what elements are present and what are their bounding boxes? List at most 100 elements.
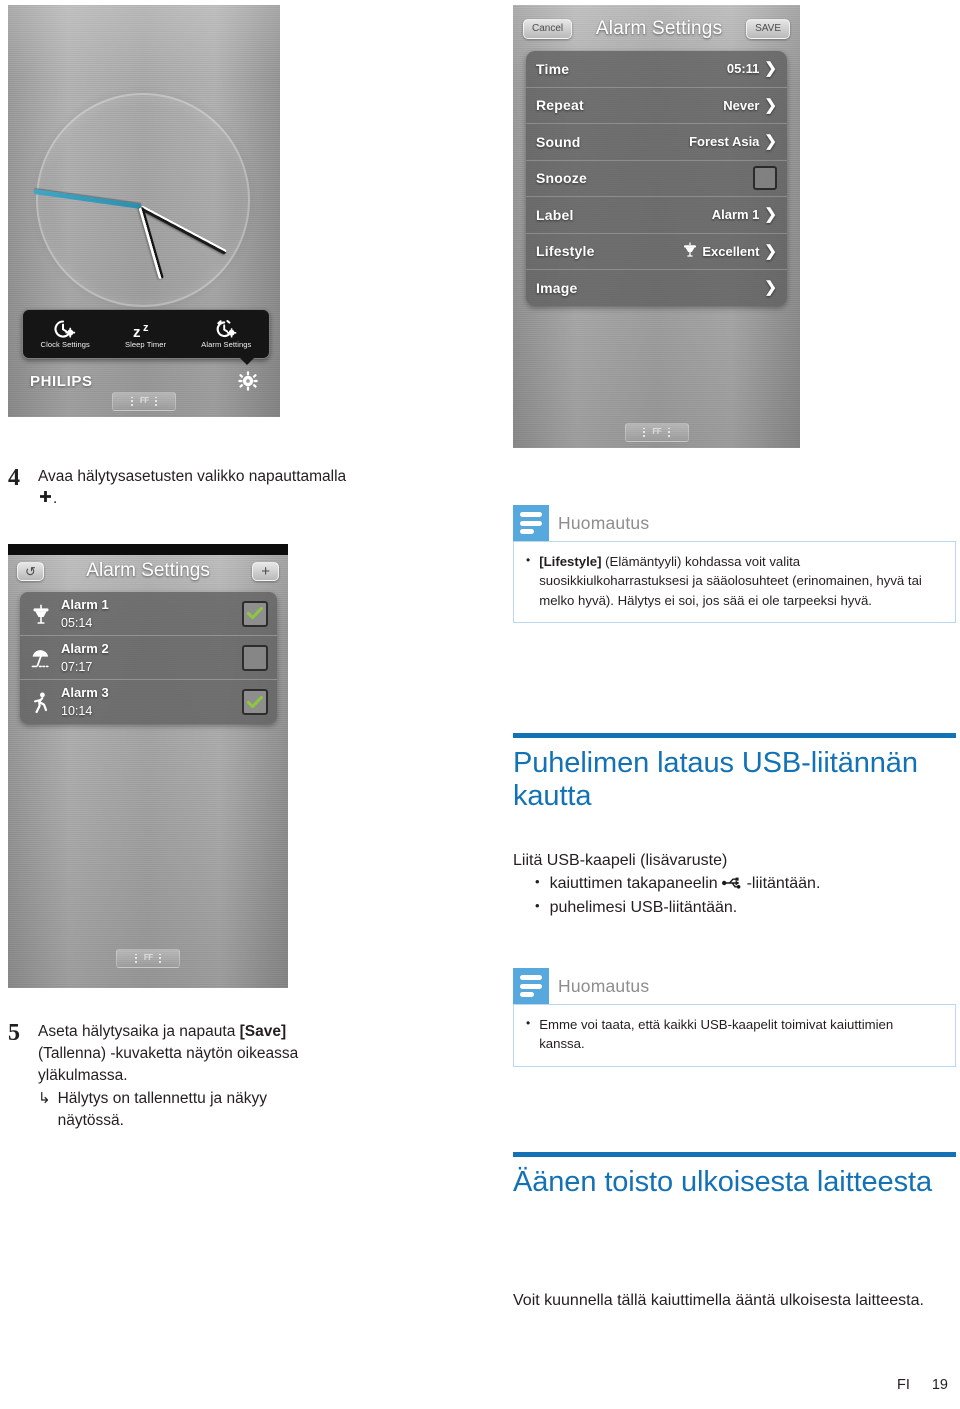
cancel-button[interactable]: Cancel — [523, 19, 573, 39]
list-item-text: Alarm 2 07:17 — [61, 640, 234, 676]
gear-icon[interactable] — [238, 371, 258, 396]
clock-dial — [36, 93, 250, 307]
section-body-external-audio: Voit kuunnella tällä kaiuttimella ääntä … — [513, 1290, 956, 1313]
note-icon-bar — [520, 992, 534, 997]
step-text-line1-a: Aseta hälytysaika ja napauta — [38, 1023, 240, 1040]
setting-value-wrap: Never ❯ — [723, 98, 777, 113]
setting-row-repeat[interactable]: Repeat Never ❯ — [526, 88, 787, 124]
back-button[interactable]: ↺ — [17, 561, 44, 581]
setting-row-time[interactable]: Time 05:11 ❯ — [526, 51, 787, 88]
setting-row-sound[interactable]: Sound Forest Asia ❯ — [526, 124, 787, 161]
chevron-right-icon: ❯ — [764, 96, 777, 114]
bullet-text-before: kaiuttimen takapaneelin — [549, 874, 723, 892]
setting-row-image[interactable]: Image ❯ — [526, 270, 787, 306]
strip-grip-right — [159, 954, 162, 963]
note-icon-bar — [520, 520, 542, 526]
strip-grip-right — [667, 428, 670, 437]
figure-alarm-settings-detail: Cancel Alarm Settings SAVE Time 05:11 ❯ … — [513, 5, 800, 448]
alarm-enable-checkbox[interactable] — [242, 644, 268, 671]
save-button[interactable]: SAVE — [746, 19, 790, 39]
usb-icon — [722, 875, 742, 898]
step-4: 4 Avaa hälytysasetusten valikko napautta… — [8, 466, 458, 512]
svg-text:z: z — [133, 324, 141, 339]
chevron-right-icon: ❯ — [764, 279, 777, 297]
manual-page: Clock Settings z z Sleep Timer Alarm Set… — [0, 0, 960, 1409]
clock-toolbar: Clock Settings z z Sleep Timer Alarm Set… — [22, 309, 270, 365]
setting-label: Time — [536, 60, 570, 77]
note-header: Huomautus — [513, 968, 956, 1004]
setting-label: Sound — [536, 133, 581, 150]
strip-grip-left — [643, 428, 646, 437]
check-icon — [247, 695, 263, 708]
setting-value: Forest Asia — [689, 134, 760, 150]
grill-icon — [683, 242, 697, 260]
list-item[interactable]: Alarm 2 07:17 — [20, 636, 277, 680]
alarm-gear-icon — [215, 319, 238, 339]
setting-value: Excellent — [702, 243, 760, 259]
alarm-time: 05:14 — [61, 615, 93, 630]
list-item[interactable]: Alarm 3 10:14 — [20, 680, 277, 724]
strip-label: FF — [143, 953, 154, 963]
note-icon-bar — [520, 975, 542, 980]
step-substep: ↳ Hälytys on tallennettu ja näkyy näytös… — [38, 1088, 310, 1132]
alarm-enable-checkbox[interactable] — [242, 689, 268, 715]
chevron-right-icon: ❯ — [764, 133, 777, 151]
alarm-enable-checkbox[interactable] — [242, 600, 268, 627]
device-button-strip[interactable]: FF — [116, 949, 180, 968]
philips-logo: PHILIPS — [30, 373, 93, 390]
setting-value-wrap: 05:11 ❯ — [727, 61, 777, 76]
list-item[interactable]: Alarm 1 05:14 — [20, 592, 277, 636]
note-bullet: • [Lifestyle] (Elämäntyyli) kohdassa voi… — [526, 552, 941, 610]
step-number: 4 — [8, 465, 20, 491]
bullet-dot: • — [535, 873, 540, 889]
setting-row-lifestyle[interactable]: Lifestyle Excellent ❯ — [526, 234, 787, 270]
section-heading-external-audio: Äänen toisto ulkoisesta laitteesta — [513, 1152, 956, 1199]
substep-arrow-icon: ↳ — [38, 1090, 51, 1107]
bullet-dot: • — [526, 553, 531, 567]
setting-label: Image — [536, 279, 578, 296]
setting-value-wrap: Excellent ❯ — [683, 242, 777, 260]
add-alarm-button[interactable]: + — [252, 561, 279, 581]
toolbar-item-clock-settings[interactable]: Clock Settings — [41, 319, 90, 349]
device-button-strip[interactable]: FF — [624, 423, 689, 442]
alarm-time: 07:17 — [61, 659, 93, 674]
setting-value-wrap: Alarm 1 ❯ — [712, 207, 777, 222]
bullet-text: puhelimesi USB-liitäntään. — [549, 899, 738, 917]
heading-rule — [513, 1152, 956, 1157]
setting-value-wrap — [753, 166, 777, 191]
figure-clock-screen: Clock Settings z z Sleep Timer Alarm Set… — [8, 5, 280, 417]
note-bullet: • Emme voi taata, että kaikki USB-kaapel… — [526, 1015, 941, 1054]
alarm-name: Alarm 3 — [61, 685, 109, 701]
note-usb-cables: Huomautus • Emme voi taata, että kaikki … — [513, 968, 956, 1067]
device-button-strip[interactable]: FF — [112, 392, 176, 411]
alarm-items-list: Alarm 1 05:14 Alarm 2 07:17 Alarm 3 10:1… — [20, 592, 277, 724]
toolbar-label: Alarm Settings — [201, 340, 252, 349]
section-body-usb-charging: Liitä USB-kaapeli (lisävaruste) • kaiutt… — [513, 850, 956, 920]
step-5: 5 Aseta hälytysaika ja napauta [Save] (T… — [8, 1021, 428, 1132]
alarm-time: 10:14 — [61, 704, 93, 718]
list-item-text: Alarm 3 10:14 — [61, 684, 234, 720]
bullet-text: kaiuttimen takapaneelin -liitäntään. — [550, 873, 821, 898]
step-number: 5 — [8, 1020, 20, 1046]
step-text-line2: (Tallenna) -kuvaketta näytön oikeassa — [38, 1045, 299, 1062]
strip-label: FF — [139, 396, 150, 406]
toolbar-item-sleep-timer[interactable]: z z Sleep Timer — [125, 319, 166, 350]
figure-alarm-list: ↺ Alarm Settings + Alarm 1 05:14 Alarm 2… — [8, 544, 288, 988]
note-lifestyle: Huomautus • [Lifestyle] (Elämäntyyli) ko… — [513, 505, 956, 623]
alarm-settings-list: Time 05:11 ❯ Repeat Never ❯ Sound Forest… — [526, 51, 787, 306]
setting-value: Never — [723, 97, 760, 113]
note-body: • Emme voi taata, että kaikki USB-kaapel… — [513, 1004, 956, 1067]
alarm-name: Alarm 1 — [61, 596, 109, 612]
snooze-checkbox[interactable] — [753, 166, 777, 191]
setting-row-label[interactable]: Label Alarm 1 ❯ — [526, 197, 787, 234]
alarm-name: Alarm 2 — [61, 640, 109, 656]
step-text-line: Avaa hälytysasetusten valikko napauttama… — [38, 468, 347, 485]
setting-value-wrap: Forest Asia ❯ — [689, 134, 777, 149]
toolbar-item-alarm-settings[interactable]: Alarm Settings — [201, 319, 251, 349]
footer-locale: FI — [896, 1377, 910, 1393]
note-bullet-text: [Lifestyle] (Elämäntyyli) kohdassa voit … — [539, 552, 941, 610]
setting-row-snooze[interactable]: Snooze — [526, 161, 787, 197]
chevron-right-icon: ❯ — [764, 206, 777, 224]
step-text-tail: . — [53, 490, 58, 507]
setting-value: Alarm 1 — [711, 207, 760, 223]
